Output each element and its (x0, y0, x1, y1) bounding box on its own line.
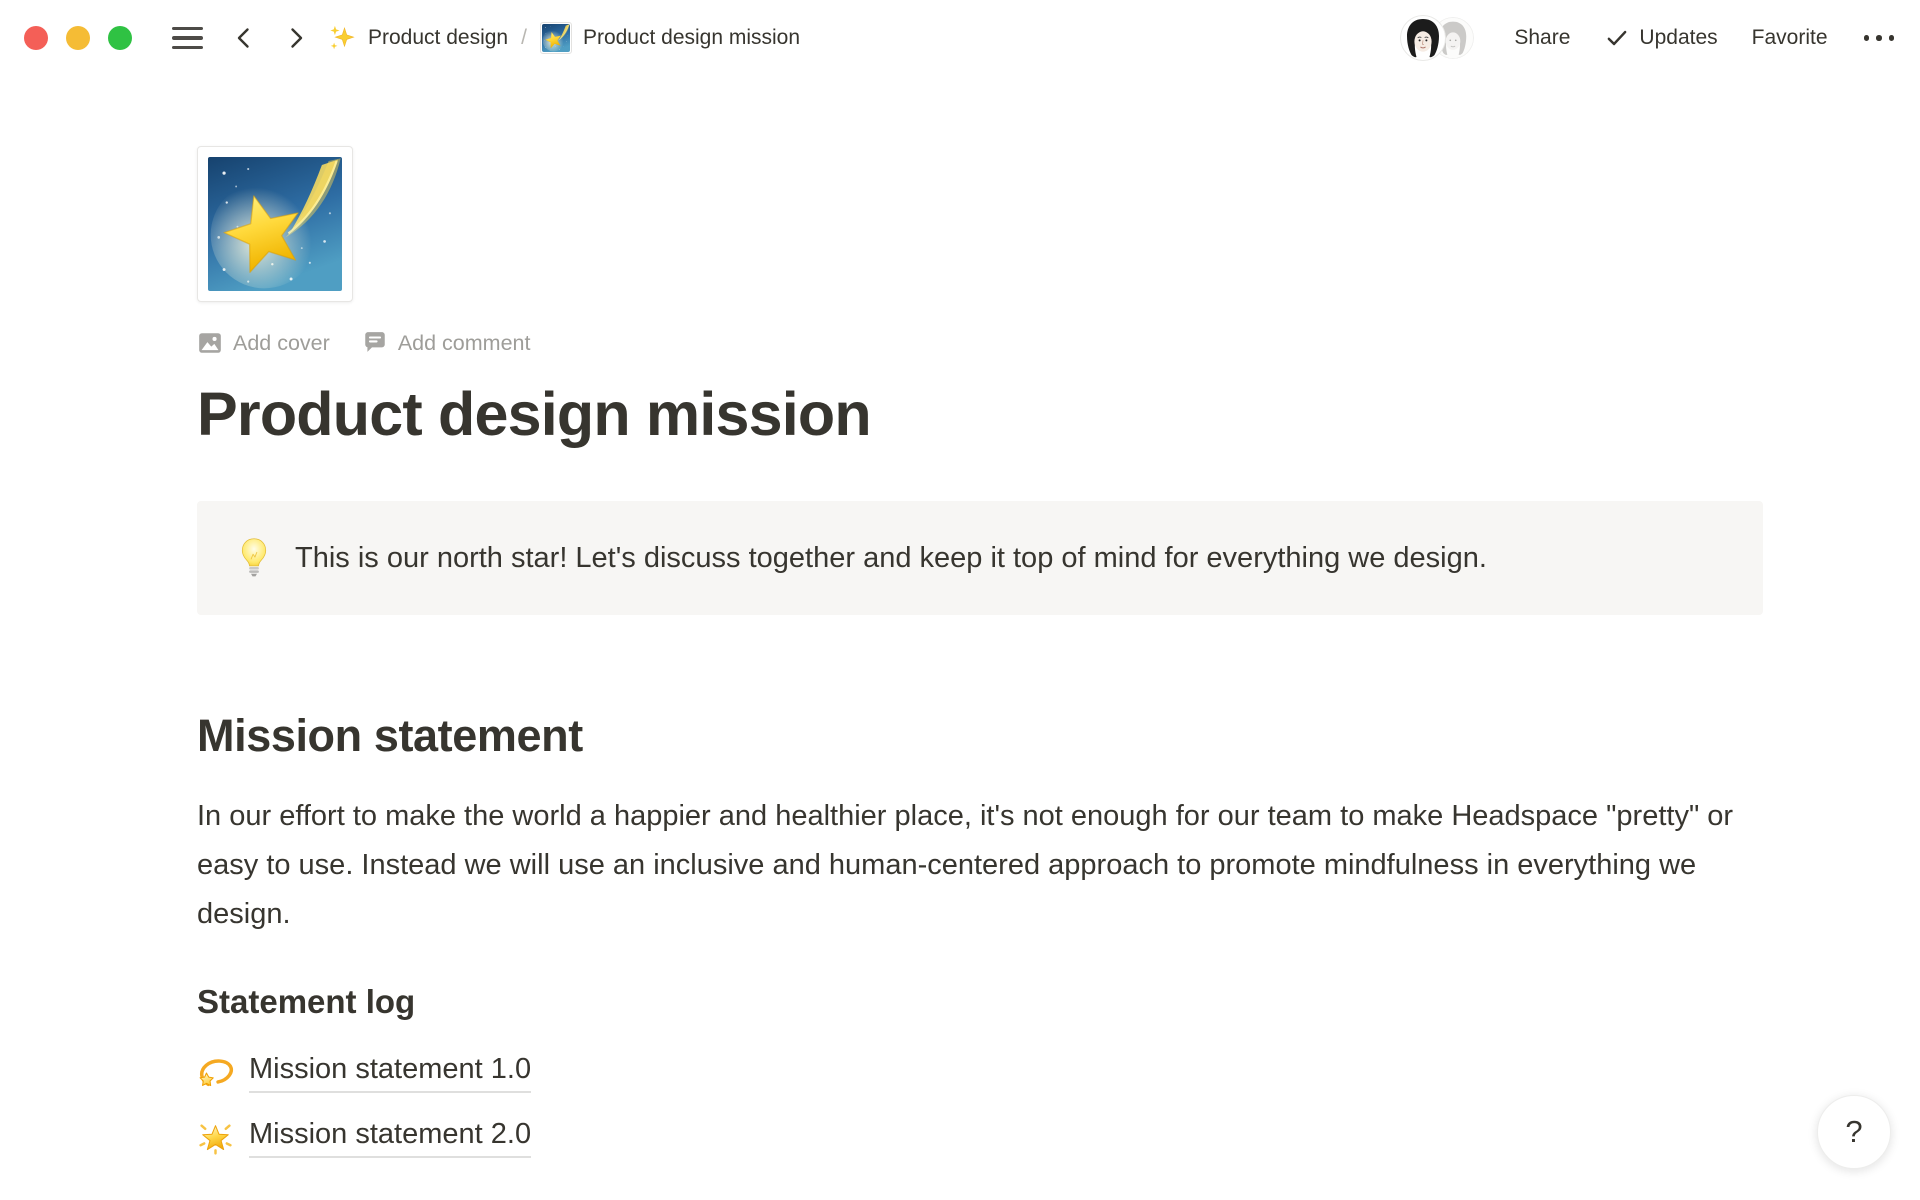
favorite-label: Favorite (1752, 26, 1828, 50)
page-decoration-actions: Add cover Add comment (197, 330, 1763, 356)
favorite-button[interactable]: Favorite (1752, 26, 1828, 50)
help-button[interactable]: ? (1817, 1095, 1891, 1169)
mission-statement-paragraph: In our effort to make the world a happie… (197, 792, 1763, 939)
page-link-label: Mission statement 2.0 (249, 1116, 531, 1157)
breadcrumb-label: Product design (368, 26, 508, 50)
share-button[interactable]: Share (1514, 26, 1570, 50)
add-comment-button[interactable]: Add comment (362, 330, 531, 356)
back-button[interactable] (229, 23, 259, 53)
updates-label: Updates (1639, 26, 1717, 50)
add-comment-label: Add comment (398, 331, 531, 356)
close-window-button[interactable] (24, 26, 48, 50)
mission-statement-heading: Mission statement (197, 707, 1763, 766)
add-cover-label: Add cover (233, 331, 330, 356)
breadcrumb-item-product-design-mission[interactable]: Product design mission (540, 22, 800, 54)
statement-log-heading: Statement log (197, 981, 1763, 1024)
updates-button[interactable]: Updates (1604, 25, 1717, 51)
forward-button[interactable] (281, 23, 311, 53)
statement-log-list: Mission statement 1.0 Mission statement … (197, 1040, 1763, 1170)
arrow-left-icon (229, 23, 259, 53)
page-link-label: Mission statement 1.0 (249, 1051, 531, 1092)
more-options-icon[interactable] (1862, 31, 1897, 45)
minimize-window-button[interactable] (66, 26, 90, 50)
breadcrumb-label: Product design mission (583, 26, 800, 50)
window-controls (24, 26, 132, 50)
page-link-mission-statement-1[interactable]: Mission statement 1.0 (197, 1040, 531, 1105)
page-icon-shooting-star[interactable] (197, 146, 353, 302)
sidebar-toggle-icon[interactable] (172, 27, 203, 50)
page-content: Add cover Add comment Product design mis… (197, 146, 1763, 1170)
arrow-right-icon (281, 23, 311, 53)
light-bulb-icon (239, 537, 269, 579)
breadcrumb-separator: / (519, 26, 529, 50)
sparkles-icon (327, 23, 357, 53)
breadcrumb: Product design / (327, 22, 800, 54)
breadcrumb-item-product-design[interactable]: Product design (327, 23, 508, 53)
dizzy-star-icon (197, 1054, 234, 1091)
callout-block: This is our north star! Let's discuss to… (197, 501, 1763, 615)
share-label: Share (1514, 26, 1570, 50)
window-toolbar: Product design / (0, 0, 1920, 76)
page-title: Product design mission (197, 378, 1763, 451)
image-icon (197, 330, 223, 356)
checkmark-icon (1604, 25, 1630, 51)
shooting-star-icon (540, 22, 572, 54)
page-link-mission-statement-2[interactable]: Mission statement 2.0 (197, 1105, 531, 1170)
callout-text: This is our north star! Let's discuss to… (295, 538, 1487, 579)
question-mark-icon: ? (1845, 1114, 1862, 1150)
speech-bubble-icon (362, 330, 388, 356)
glowing-star-icon (197, 1119, 234, 1156)
shooting-star-icon (208, 157, 342, 291)
collaborator-avatars[interactable] (1400, 15, 1474, 61)
zoom-window-button[interactable] (108, 26, 132, 50)
add-cover-button[interactable]: Add cover (197, 330, 330, 356)
